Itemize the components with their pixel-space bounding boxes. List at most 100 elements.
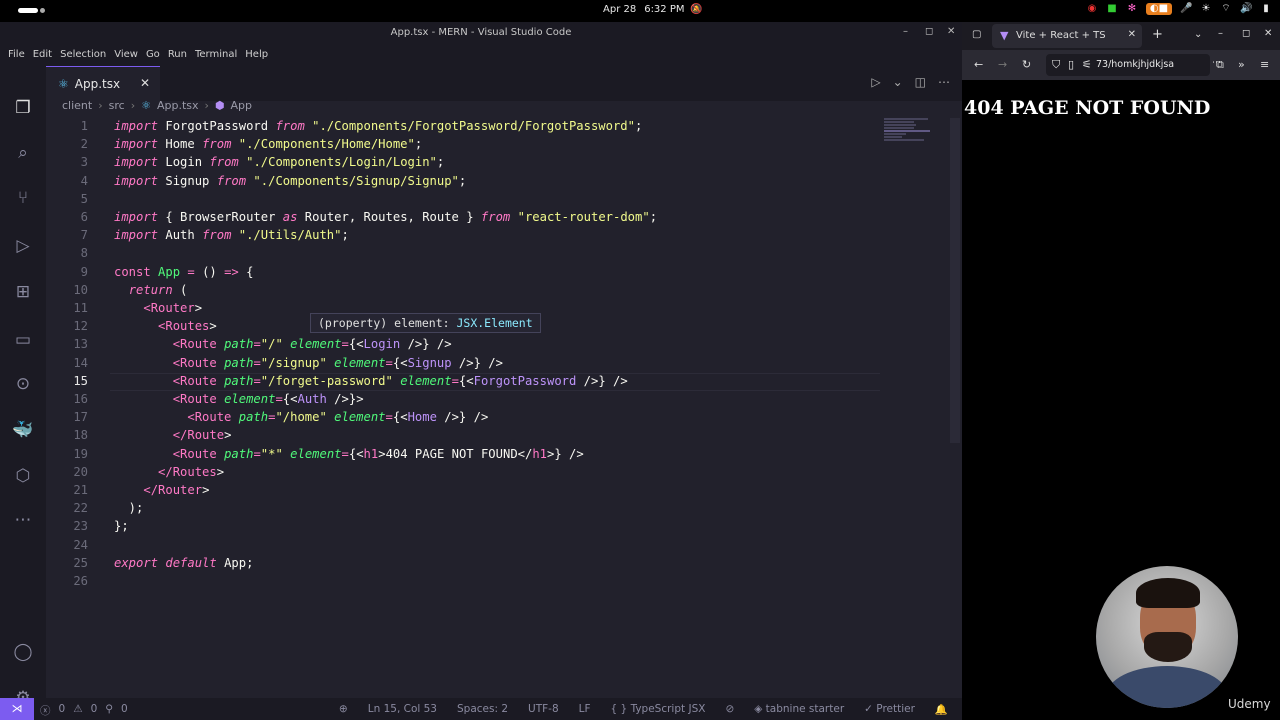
code-line[interactable]: 24	[46, 536, 876, 554]
code-line[interactable]: 15 <Route path="/forget-password" elemen…	[46, 372, 876, 390]
code-line[interactable]: 19 <Route path="*" element={<h1>404 PAGE…	[46, 445, 876, 463]
code-text: <Route path="/" element={<Login />} />	[172, 337, 452, 352]
close-tab-icon[interactable]: ✕	[140, 76, 150, 90]
overflow-chevron-icon[interactable]: »	[1238, 58, 1245, 71]
source-control-icon[interactable]: ⑂	[11, 186, 35, 210]
code-line[interactable]: 26	[46, 572, 876, 590]
menu-go[interactable]: Go	[142, 44, 164, 66]
split-editor-icon[interactable]: ◫	[915, 75, 926, 89]
status-tabnine[interactable]: ◈ tabnine starter	[754, 703, 844, 716]
zoom-icon[interactable]: ⊕	[339, 703, 348, 716]
forward-icon[interactable]: →	[998, 58, 1007, 71]
status-eol[interactable]: LF	[579, 703, 591, 716]
shield-icon[interactable]: ⛉	[1052, 58, 1060, 72]
extension-icon[interactable]: ✻	[1126, 3, 1138, 15]
run-icon[interactable]: ▷	[871, 75, 880, 89]
remote-indicator-icon[interactable]: ⋊	[0, 698, 34, 720]
code-line[interactable]: 2 import Home from "./Components/Home/Hom…	[46, 135, 876, 153]
new-tab-button[interactable]: +	[1152, 27, 1163, 42]
code-line[interactable]: 17 <Route path="/home" element={<Home />…	[46, 408, 876, 426]
brightness-icon[interactable]: ☀	[1200, 3, 1212, 15]
browser-tab-title: Vite + React + TS	[1016, 30, 1106, 41]
accounts-icon[interactable]: ◯	[11, 640, 35, 664]
breadcrumb-client[interactable]: client	[62, 99, 92, 112]
docker-icon[interactable]: 🐳	[11, 418, 35, 442]
microphone-icon[interactable]: 🎤	[1180, 3, 1192, 15]
minimap[interactable]	[884, 118, 934, 158]
code-line[interactable]: 4 import Signup from "./Components/Signup…	[46, 172, 876, 190]
status-encoding[interactable]: UTF-8	[528, 703, 559, 716]
code-line[interactable]: 10 return (	[46, 281, 876, 299]
breadcrumb-file[interactable]: App.tsx	[157, 99, 199, 112]
explorer-icon[interactable]: ❐	[11, 96, 35, 120]
extensions-icon[interactable]: ⧉	[1216, 58, 1224, 72]
code-line[interactable]: 25 export default App;	[46, 554, 876, 572]
breadcrumb-symbol[interactable]: App	[231, 99, 253, 112]
code-line[interactable]: 5	[46, 190, 876, 208]
tab-overview-icon[interactable]: ▢	[972, 29, 981, 40]
reload-icon[interactable]: ↻	[1022, 58, 1031, 71]
menu-help[interactable]: Help	[241, 44, 272, 66]
run-dropdown-chevron-icon[interactable]: ⌄	[893, 75, 903, 89]
status-indentation[interactable]: Spaces: 2	[457, 703, 508, 716]
permissions-icon[interactable]: ⚟	[1082, 58, 1092, 71]
code-line[interactable]: 23};	[46, 517, 876, 535]
battery-icon[interactable]: ▮	[1260, 3, 1272, 15]
code-line[interactable]: 8	[46, 244, 876, 262]
url-bar[interactable]: ⛉ ▯ ⚟ 73/homkjhjdkjsa	[1046, 54, 1210, 76]
menu-edit[interactable]: Edit	[29, 44, 56, 66]
code-line[interactable]: 16 <Route element={<Auth />}>	[46, 390, 876, 408]
code-line[interactable]: 13 <Route path="/" element={<Login />} /…	[46, 335, 876, 353]
extensions-icon[interactable]: ⊞	[11, 280, 35, 304]
activities-indicator[interactable]	[18, 8, 38, 13]
editor-scrollbar[interactable]	[950, 118, 960, 443]
code-line[interactable]: 20 </Routes>	[46, 463, 876, 481]
search-icon[interactable]: ⌕	[11, 141, 35, 165]
code-line[interactable]: 1 import ForgotPassword from "./Component…	[46, 117, 876, 135]
status-language[interactable]: { } TypeScript JSX	[611, 703, 706, 716]
more-actions-icon[interactable]: ⋯	[938, 75, 950, 89]
close-window-icon[interactable]: ✕	[947, 26, 955, 37]
status-prettier[interactable]: ✓ Prettier	[864, 703, 915, 716]
minimize-icon[interactable]: –	[903, 26, 908, 37]
recording-indicator-icon[interactable]: ◐■	[1146, 3, 1172, 15]
menu-run[interactable]: Run	[164, 44, 191, 66]
chrome-icon[interactable]: ◉	[1086, 3, 1098, 15]
browser-minimize-icon[interactable]: –	[1218, 28, 1223, 39]
browser-maximize-icon[interactable]: ◻	[1242, 28, 1250, 39]
code-line[interactable]: 18 </Route>	[46, 426, 876, 444]
deploy-icon[interactable]: ⬡	[11, 464, 35, 488]
run-debug-icon[interactable]: ▷	[11, 234, 35, 258]
breadcrumb-src[interactable]: src	[109, 99, 125, 112]
wifi-icon[interactable]: ⌔	[1220, 3, 1232, 15]
code-line[interactable]: 22 );	[46, 499, 876, 517]
tab-list-chevron-icon[interactable]: ⌄	[1194, 29, 1202, 40]
hamburger-menu-icon[interactable]: ≡	[1260, 58, 1269, 71]
tab-app-tsx[interactable]: ⚛ App.tsx ✕	[46, 66, 160, 101]
copilot-icon[interactable]: ⊘	[725, 703, 734, 716]
volume-icon[interactable]: 🔊	[1240, 3, 1252, 15]
menu-terminal[interactable]: Terminal	[191, 44, 241, 66]
code-line[interactable]: 6 import { BrowserRouter as Router, Route…	[46, 208, 876, 226]
code-line[interactable]: 21 </Router>	[46, 481, 876, 499]
back-icon[interactable]: ←	[974, 58, 983, 71]
browser-close-icon[interactable]: ✕	[1264, 28, 1272, 39]
maximize-icon[interactable]: ◻	[925, 26, 933, 37]
status-position[interactable]: Ln 15, Col 53	[368, 703, 437, 716]
code-line[interactable]: 9 const App = () => {	[46, 263, 876, 281]
remote-explorer-icon[interactable]: ▭	[11, 328, 35, 352]
browser-tab-vite[interactable]: ▼ Vite + React + TS ✕	[992, 24, 1142, 48]
menu-view[interactable]: View	[110, 44, 142, 66]
system-clock[interactable]: Apr 28 6:32 PM	[603, 4, 693, 15]
menu-file[interactable]: File	[4, 44, 29, 66]
more-icon[interactable]: ⋯	[11, 508, 35, 532]
status-problems[interactable]: ⓧ 0 ⚠ 0 ⚲ 0	[40, 703, 128, 718]
close-browser-tab-icon[interactable]: ✕	[1128, 29, 1136, 40]
code-line[interactable]: 3 import Login from "./Components/Login/L…	[46, 153, 876, 171]
notifications-bell-icon[interactable]: 🔔	[935, 703, 948, 716]
menu-selection[interactable]: Selection	[56, 44, 110, 66]
code-line[interactable]: 14 <Route path="/signup" element={<Signu…	[46, 354, 876, 372]
code-line[interactable]: 7 import Auth from "./Utils/Auth";	[46, 226, 876, 244]
app-indicator-icon[interactable]: ■	[1106, 3, 1118, 15]
git-graph-icon[interactable]: ⊙	[11, 372, 35, 396]
